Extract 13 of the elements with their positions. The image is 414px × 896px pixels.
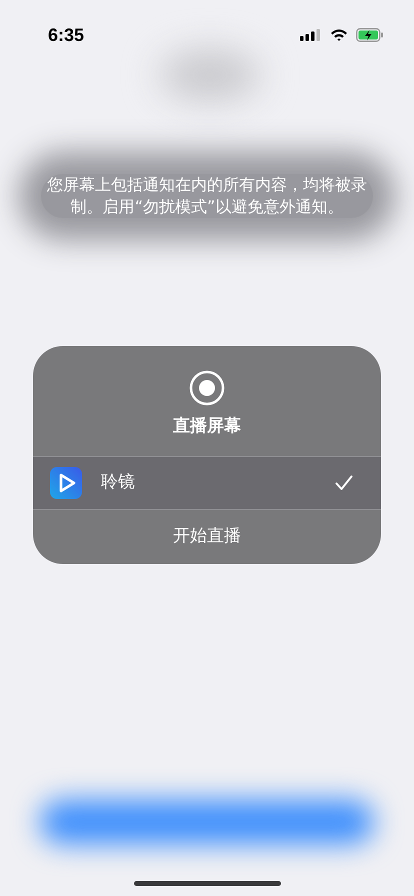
battery-charging-icon — [356, 28, 384, 42]
record-icon — [189, 370, 225, 406]
sheet-title: 直播屏幕 — [173, 415, 241, 438]
app-name: 聆镜 — [101, 470, 135, 494]
start-broadcast-button[interactable]: 开始直播 — [33, 510, 381, 564]
signal-icon — [300, 28, 322, 42]
recording-notice: 您屏幕上包括通知在内的所有内容，均将被录制。启用“勿扰模式”以避免意外通知。 — [41, 174, 373, 218]
wifi-icon — [330, 28, 348, 42]
app-icon — [50, 466, 82, 498]
app-row[interactable]: 聆镜 — [33, 456, 381, 510]
clock-time: 6:35 — [48, 24, 84, 46]
checkmark-icon — [335, 474, 353, 490]
home-indicator[interactable] — [134, 881, 281, 886]
